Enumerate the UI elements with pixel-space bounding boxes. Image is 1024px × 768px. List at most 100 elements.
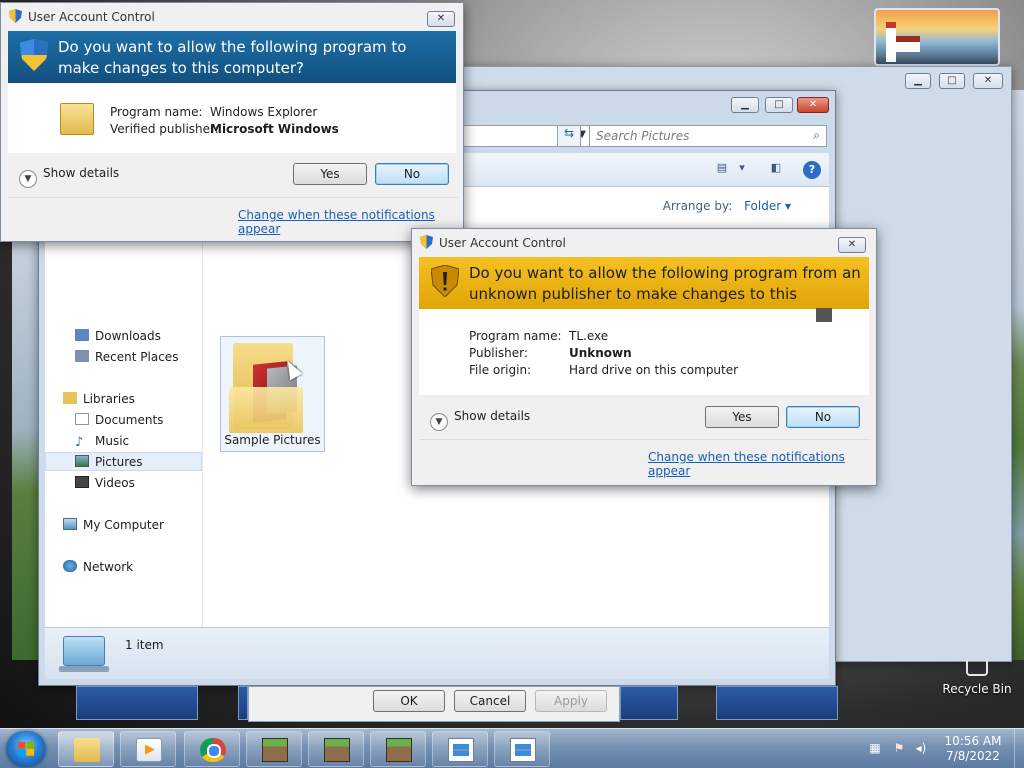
uac-info-panel: Program name: TL.exe Publisher: Unknown Fi…	[419, 309, 869, 395]
window-peek-thumbnail[interactable]	[76, 686, 198, 720]
publisher-value: Unknown	[569, 346, 632, 360]
nav-label: Libraries	[83, 392, 135, 406]
grass-block-icon	[262, 738, 288, 762]
shield-icon	[9, 9, 22, 23]
no-button[interactable]: No	[786, 406, 860, 428]
uac-title-text: User Account Control	[439, 236, 566, 250]
nav-item-downloads[interactable]: Downloads	[75, 327, 161, 346]
recycle-bin[interactable]: Recycle Bin	[940, 660, 1014, 696]
minimize-button[interactable]: ▁	[905, 73, 931, 89]
view-options-icon[interactable]: ▤	[713, 161, 731, 177]
action-center-icon[interactable]: ⚑	[892, 741, 906, 755]
properties-dialog-buttons: OK Cancel Apply	[248, 686, 620, 722]
window-peek-thumbnail[interactable]	[716, 686, 838, 720]
uac-dialog-unknown[interactable]: User Account Control ✕ Do you want to al…	[411, 228, 877, 486]
network-icon	[63, 560, 77, 572]
yes-button[interactable]: Yes	[293, 163, 367, 185]
maximize-button[interactable]: □	[765, 97, 793, 113]
uac-dialog-verified[interactable]: User Account Control ✕ Do you want to al…	[0, 2, 464, 242]
maximize-button[interactable]: □	[939, 73, 965, 89]
ok-button[interactable]: OK	[373, 690, 445, 712]
taskbar-media-player[interactable]	[120, 731, 176, 767]
close-button[interactable]: ✕	[838, 237, 866, 253]
uac-title: User Account Control	[9, 9, 155, 24]
nav-label: Recent Places	[95, 350, 179, 364]
show-details-toggle[interactable]: ▼ Show details	[19, 166, 119, 188]
no-button[interactable]: No	[375, 163, 449, 185]
uac-question: Do you want to allow the following progr…	[58, 38, 407, 77]
nav-label: Network	[83, 560, 134, 574]
clock[interactable]: 10:56 AM 7/8/2022	[938, 734, 1008, 764]
publisher-label: Publisher:	[469, 346, 528, 360]
arrange-label: Arrange by:	[662, 199, 733, 213]
show-desktop-button[interactable]	[1014, 729, 1024, 768]
nav-item-music[interactable]: ♪ Music	[75, 432, 129, 451]
publisher-value: Microsoft Windows	[210, 122, 339, 136]
show-details-toggle[interactable]: ▼ Show details	[430, 409, 530, 431]
close-button[interactable]: ✕	[797, 97, 829, 113]
folder-icon	[74, 738, 100, 762]
nav-item-videos[interactable]: Videos	[75, 474, 135, 493]
recent-places-icon	[75, 350, 89, 362]
nav-item-libraries[interactable]: Libraries	[63, 390, 135, 409]
nav-item-network[interactable]: Network	[63, 558, 133, 577]
change-notifications-link[interactable]: Change when these notifications appear	[648, 450, 876, 478]
recycle-bin-label: Recycle Bin	[942, 682, 1012, 696]
publisher-row: Verified publisher:Microsoft Windows	[110, 122, 339, 136]
music-icon: ♪	[75, 435, 84, 450]
folder-label: Sample Pictures	[224, 433, 321, 447]
house-image	[896, 36, 920, 52]
network-tray-icon[interactable]: ▦	[868, 741, 882, 755]
nav-item-my-computer[interactable]: My Computer	[63, 516, 164, 535]
nav-item-documents[interactable]: Documents	[75, 411, 163, 430]
preview-pane-icon[interactable]: ◧	[767, 161, 785, 177]
explorer-folder-icon	[60, 103, 94, 135]
close-button[interactable]: ✕	[427, 11, 455, 27]
taskbar-explorer[interactable]	[58, 731, 114, 767]
yes-button[interactable]: Yes	[705, 406, 779, 428]
chevron-down-icon[interactable]: ▾	[733, 161, 751, 177]
videos-icon	[75, 476, 89, 488]
help-icon[interactable]: ?	[803, 161, 821, 179]
uac-title: User Account Control	[420, 235, 566, 250]
window-peek-thumbnail[interactable]	[238, 686, 248, 720]
arrange-by[interactable]: Arrange by: Folder ▾	[663, 199, 791, 213]
windows-logo-icon	[18, 742, 34, 756]
folder-sample-pictures[interactable]: Sample Pictures	[220, 336, 325, 452]
taskbar-minecraft-2[interactable]	[308, 731, 364, 767]
taskbar-window-2[interactable]	[494, 731, 550, 767]
divider	[8, 197, 458, 198]
search-icon[interactable]: ⌕	[813, 128, 820, 143]
uac-title-text: User Account Control	[28, 10, 155, 24]
desktop-thumbnail[interactable]	[874, 8, 1000, 66]
nav-item-recent-places[interactable]: Recent Places	[75, 348, 178, 367]
file-origin-value: Hard drive on this computer	[569, 363, 739, 377]
computer-icon	[63, 518, 77, 530]
nav-label: Videos	[95, 476, 135, 490]
taskbar-chrome[interactable]	[184, 731, 240, 767]
minimize-button[interactable]: ▁	[731, 97, 759, 113]
refresh-icon[interactable]: ⇆	[557, 125, 581, 147]
cancel-button[interactable]: Cancel	[454, 690, 526, 712]
close-button[interactable]: ✕	[973, 73, 1003, 89]
warning-shield-icon	[431, 265, 459, 297]
arrange-value[interactable]: Folder ▾	[744, 199, 791, 213]
program-name-label: Program name:	[110, 105, 203, 119]
search-input[interactable]: Search Pictures ⌕	[589, 125, 827, 147]
start-button[interactable]	[6, 731, 46, 767]
taskbar-minecraft-1[interactable]	[246, 731, 302, 767]
grass-block-icon	[324, 738, 350, 762]
apply-button[interactable]: Apply	[535, 690, 607, 712]
taskbar-window-1[interactable]	[432, 731, 488, 767]
chrome-icon	[200, 738, 226, 762]
search-placeholder: Search Pictures	[596, 129, 690, 143]
grass-block-icon	[386, 738, 412, 762]
program-name-row: Program name: Windows Explorer	[110, 105, 317, 119]
documents-icon	[75, 413, 89, 425]
chevron-down-icon: ▼	[430, 413, 448, 431]
volume-icon[interactable]: ◂)	[914, 741, 928, 755]
taskbar-minecraft-3[interactable]	[370, 731, 426, 767]
uac-question-banner: Do you want to allow the following progr…	[419, 257, 869, 324]
nav-item-pictures[interactable]: Pictures	[75, 453, 143, 472]
window-peek-thumbnail[interactable]	[620, 686, 678, 720]
